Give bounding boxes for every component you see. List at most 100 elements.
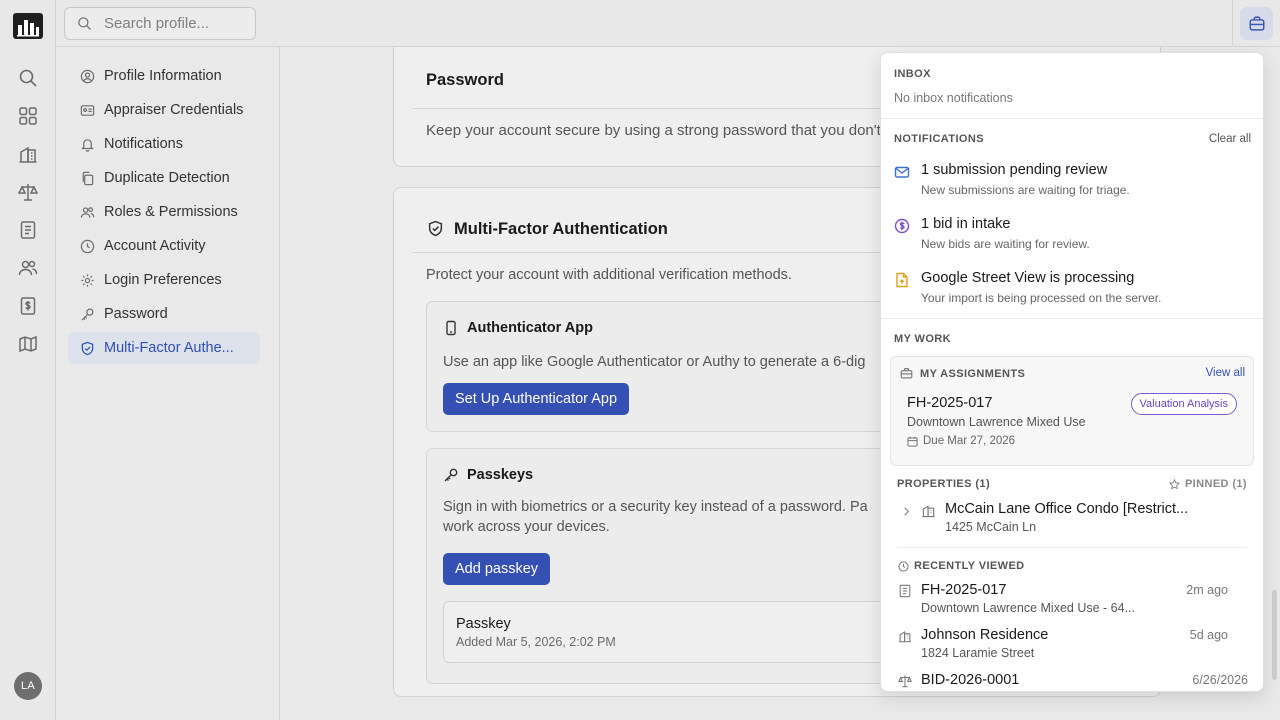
- password-card-title: Password: [426, 71, 504, 89]
- divider: [897, 547, 1247, 548]
- invoice-dollar-icon[interactable]: [18, 296, 38, 316]
- building-icon[interactable]: [18, 144, 38, 164]
- divider: [881, 118, 1263, 119]
- my-assignments-heading: MY ASSIGNMENTS: [900, 367, 1025, 380]
- recent-item[interactable]: FH-2025-017 Downtown Lawrence Mixed Use …: [898, 582, 1248, 622]
- shield-check-icon: [427, 220, 444, 237]
- users-icon: [80, 206, 95, 218]
- my-work-button[interactable]: [1240, 7, 1273, 40]
- mail-icon: [894, 166, 910, 178]
- dollar-icon: [894, 218, 910, 234]
- notification-description: Your import is being processed on the se…: [921, 291, 1162, 305]
- divider: [881, 318, 1263, 319]
- passkey-name: Passkey: [456, 616, 511, 632]
- briefcase-icon: [1249, 16, 1264, 31]
- recent-item-time: 2m ago: [1186, 583, 1228, 597]
- file-list-icon[interactable]: [18, 220, 38, 240]
- passkeys-description-line1: Sign in with biometrics or a security ke…: [443, 499, 868, 515]
- passkeys-heading: Passkeys: [443, 467, 533, 483]
- search-icon: [78, 17, 91, 30]
- key-icon: [81, 308, 94, 321]
- search-icon[interactable]: [18, 68, 38, 88]
- id-card-icon: [80, 104, 95, 116]
- calendar-icon: [907, 436, 918, 447]
- users-icon[interactable]: [18, 258, 38, 278]
- clear-all-button[interactable]: Clear all: [1209, 133, 1251, 145]
- password-card-description: Keep your account secure by using a stro…: [426, 122, 881, 139]
- properties-heading: PROPERTIES (1): [897, 478, 991, 490]
- mfa-card-title: Multi-Factor Authentication: [454, 220, 668, 238]
- search-input[interactable]: [104, 15, 234, 32]
- notification-item[interactable]: Google Street View is processing Your im…: [894, 270, 1254, 310]
- authenticator-app-description: Use an app like Google Authenticator or …: [443, 354, 866, 370]
- nav-roles-permissions[interactable]: Roles & Permissions: [68, 196, 260, 228]
- profile-subnav: Profile Information Appraiser Credential…: [56, 47, 280, 720]
- chevron-right-icon[interactable]: [901, 506, 912, 517]
- recent-item-subtitle: Downtown Lawrence Mixed Use - 64...: [921, 601, 1135, 615]
- nav-account-activity[interactable]: Account Activity: [68, 230, 260, 262]
- smartphone-icon: [446, 320, 456, 336]
- notification-title: 1 submission pending review: [921, 162, 1108, 178]
- notification-item[interactable]: 1 submission pending review New submissi…: [894, 162, 1254, 202]
- scale-icon: [898, 675, 912, 688]
- scale-icon[interactable]: [18, 182, 38, 202]
- recent-item-title: Johnson Residence: [921, 627, 1049, 643]
- property-item[interactable]: McCain Lane Office Condo [Restrict... 14…: [897, 500, 1247, 536]
- clock-icon: [898, 560, 909, 572]
- nav-multi-factor-authentication[interactable]: Multi-Factor Authe...: [68, 332, 260, 364]
- briefcase-icon: [900, 368, 913, 379]
- app-logo-icon[interactable]: [13, 13, 43, 39]
- recent-item[interactable]: BID-2026-0001 6/26/2026: [898, 672, 1248, 691]
- user-circle-icon: [80, 69, 95, 83]
- shield-check-icon: [81, 341, 94, 355]
- nav-password[interactable]: Password: [68, 298, 260, 330]
- notification-description: New submissions are waiting for triage.: [921, 183, 1130, 197]
- recent-item-subtitle: 1824 Laramie Street: [921, 646, 1035, 660]
- top-bar: [56, 0, 1280, 47]
- map-icon[interactable]: [18, 334, 38, 354]
- building-icon: [899, 631, 911, 643]
- passkey-added-date: Added Mar 5, 2026, 2:02 PM: [456, 635, 616, 649]
- notification-description: New bids are waiting for review.: [921, 237, 1090, 251]
- nav-notifications[interactable]: Notifications: [68, 128, 260, 160]
- assignment-name: Downtown Lawrence Mixed Use: [907, 415, 1086, 429]
- file-list-icon: [899, 584, 911, 598]
- my-assignments-panel: MY ASSIGNMENTS View all FH-2025-017 Down…: [890, 356, 1254, 466]
- copy-icon: [82, 171, 94, 185]
- nav-duplicate-detection[interactable]: Duplicate Detection: [68, 162, 260, 194]
- recent-item-time: 5d ago: [1189, 628, 1228, 642]
- recent-item[interactable]: Johnson Residence 1824 Laramie Street 5d…: [898, 627, 1248, 667]
- inbox-empty-text: No inbox notifications: [894, 91, 1013, 105]
- pinned-count[interactable]: PINNED (1): [1168, 478, 1247, 490]
- authenticator-app-heading: Authenticator App: [443, 320, 593, 336]
- passkeys-description-line2: work across your devices.: [443, 519, 610, 535]
- dashboard-grid-icon[interactable]: [18, 106, 38, 126]
- gear-icon: [81, 273, 94, 287]
- view-all-link[interactable]: View all: [1206, 367, 1245, 379]
- recent-item-title: FH-2025-017: [921, 582, 1007, 598]
- my-work-heading: MY WORK: [894, 333, 951, 345]
- notification-title: Google Street View is processing: [921, 270, 1135, 286]
- add-passkey-button[interactable]: Add passkey: [443, 553, 551, 585]
- nav-profile-information[interactable]: Profile Information: [68, 60, 260, 92]
- bell-icon: [81, 138, 94, 152]
- profile-search[interactable]: [64, 7, 256, 40]
- user-avatar[interactable]: LA: [14, 672, 42, 700]
- topbar-divider: [1232, 0, 1233, 47]
- mfa-card-description: Protect your account with additional ver…: [426, 267, 792, 283]
- assignment-status-badge: Valuation Analysis: [1130, 393, 1237, 415]
- property-address: 1425 McCain Ln: [945, 520, 1037, 534]
- notifications-heading: NOTIFICATIONS: [894, 133, 984, 145]
- left-rail: LA: [0, 0, 56, 720]
- inbox-heading: INBOX: [894, 68, 931, 80]
- clock-icon: [80, 239, 95, 253]
- scrollbar-thumb[interactable]: [1272, 590, 1277, 680]
- recent-item-title: BID-2026-0001: [921, 672, 1020, 688]
- recent-item-time: 6/26/2026: [1192, 673, 1248, 687]
- nav-appraiser-credentials[interactable]: Appraiser Credentials: [68, 94, 260, 126]
- notification-item[interactable]: 1 bid in intake New bids are waiting for…: [894, 216, 1254, 256]
- assignment-id[interactable]: FH-2025-017: [907, 395, 992, 411]
- setup-authenticator-button[interactable]: Set Up Authenticator App: [443, 383, 630, 415]
- nav-login-preferences[interactable]: Login Preferences: [68, 264, 260, 296]
- notification-title: 1 bid in intake: [921, 216, 1011, 232]
